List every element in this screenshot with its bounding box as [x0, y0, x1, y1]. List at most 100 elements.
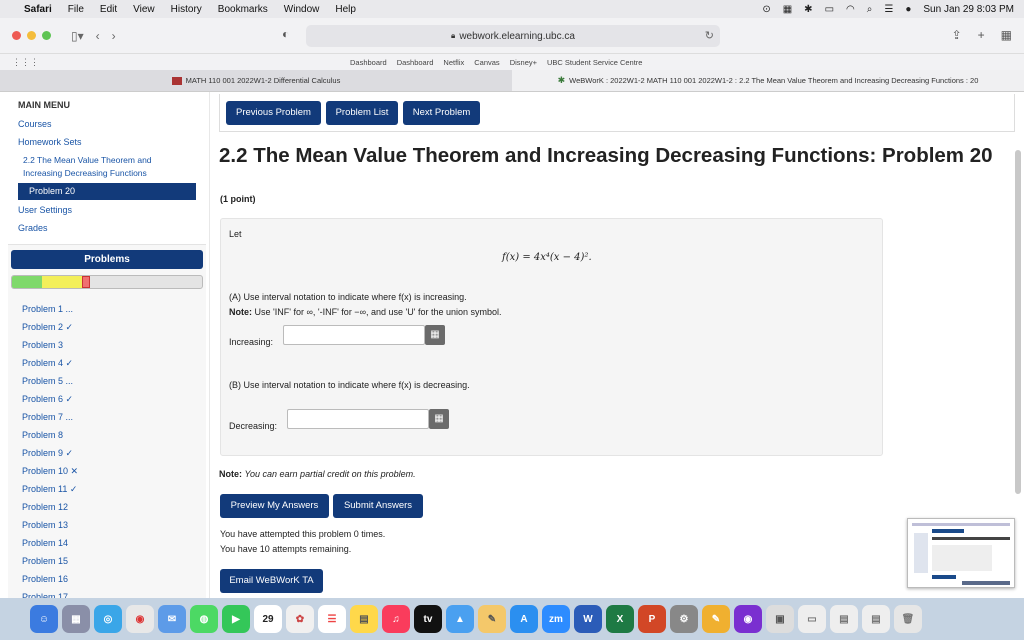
messages-icon[interactable]: ◍: [190, 605, 218, 633]
problem-link-17[interactable]: Problem 17: [22, 588, 78, 598]
zoom-icon[interactable]: zm: [542, 605, 570, 633]
address-bar[interactable]: 🔒︎ webwork.elearning.ubc.ca ↻: [306, 25, 720, 47]
notes-icon[interactable]: ▤: [350, 605, 378, 633]
sidebar-link-current-set[interactable]: 2.2 The Mean Value Theorem and Increasin…: [23, 154, 193, 180]
keyboard-icon[interactable]: ▦: [783, 4, 792, 15]
problem-link-9[interactable]: Problem 9 ✓: [22, 444, 78, 462]
mail-icon[interactable]: ✉: [158, 605, 186, 633]
keynote-icon[interactable]: ▲: [446, 605, 474, 633]
preview-answers-button[interactable]: Preview My Answers: [220, 494, 329, 518]
fav-disney[interactable]: Disney+: [510, 58, 537, 67]
launchpad-icon[interactable]: ▦: [62, 605, 90, 633]
excel-icon[interactable]: X: [606, 605, 634, 633]
pencil-app-icon[interactable]: ✎: [702, 605, 730, 633]
sidebar-current-problem[interactable]: Problem 20: [18, 183, 196, 200]
calendar-icon[interactable]: 29: [254, 605, 282, 633]
battery-icon[interactable]: ▭: [825, 4, 834, 15]
page-scrollbar[interactable]: [1015, 150, 1021, 494]
powerpoint-icon[interactable]: P: [638, 605, 666, 633]
minimize-window-button[interactable]: [27, 31, 36, 40]
menu-history[interactable]: History: [171, 4, 202, 15]
problem-link-8[interactable]: Problem 8: [22, 426, 78, 444]
fav-canvas[interactable]: Canvas: [474, 58, 499, 67]
problem-link-6[interactable]: Problem 6 ✓: [22, 390, 78, 408]
submit-answers-button[interactable]: Submit Answers: [333, 494, 423, 518]
word-icon[interactable]: W: [574, 605, 602, 633]
menu-view[interactable]: View: [133, 4, 155, 15]
search-icon[interactable]: ⌕: [867, 4, 873, 15]
clock[interactable]: Sun Jan 29 8:03 PM: [923, 4, 1014, 15]
equation-editor-icon[interactable]: ▦: [429, 409, 449, 429]
bluetooth-icon[interactable]: ✱: [804, 4, 812, 15]
tab-overview-icon[interactable]: ▦: [1001, 28, 1012, 42]
share-icon[interactable]: ⇪: [952, 28, 962, 42]
finder-icon[interactable]: ☺: [30, 605, 58, 633]
privacy-shield-icon[interactable]: ◐: [282, 27, 289, 41]
music-icon[interactable]: ♫: [382, 605, 410, 633]
sidebar-toggle-icon[interactable]: ▯▾: [71, 29, 84, 43]
problem-link-14[interactable]: Problem 14: [22, 534, 78, 552]
control-center-icon[interactable]: ☰: [884, 4, 893, 15]
reminders-icon[interactable]: ☰: [318, 605, 346, 633]
menu-edit[interactable]: Edit: [100, 4, 117, 15]
problem-link-16[interactable]: Problem 16: [22, 570, 78, 588]
menu-help[interactable]: Help: [335, 4, 356, 15]
problem-link-7[interactable]: Problem 7 ...: [22, 408, 78, 426]
next-problem-button[interactable]: Next Problem: [403, 101, 480, 125]
problem-link-2[interactable]: Problem 2 ✓: [22, 318, 78, 336]
system-settings-icon[interactable]: ⚙: [670, 605, 698, 633]
fav-ubc-ssc[interactable]: UBC Student Service Centre: [547, 58, 642, 67]
problem-link-13[interactable]: Problem 13: [22, 516, 78, 534]
play-icon[interactable]: ⊙: [762, 4, 770, 15]
downloads-icon[interactable]: ▭: [798, 605, 826, 633]
reload-icon[interactable]: ↻: [705, 29, 714, 42]
close-window-button[interactable]: [12, 31, 21, 40]
app-store-icon[interactable]: A: [510, 605, 538, 633]
problem-link-3[interactable]: Problem 3: [22, 336, 78, 354]
pages-icon[interactable]: ✎: [478, 605, 506, 633]
tab-webwork[interactable]: ✱ WeBWorK : 2022W1-2 MATH 110 001 2022W1…: [512, 70, 1024, 91]
problem-link-5[interactable]: Problem 5 ...: [22, 372, 78, 390]
decreasing-input[interactable]: [287, 409, 429, 429]
menu-bookmarks[interactable]: Bookmarks: [218, 4, 268, 15]
document-stack-2-icon[interactable]: ▤: [862, 605, 890, 633]
siri-icon[interactable]: ●: [905, 4, 911, 15]
wifi-icon[interactable]: ◠: [846, 4, 855, 15]
fav-dashboard-2[interactable]: Dashboard: [397, 58, 434, 67]
problem-link-15[interactable]: Problem 15: [22, 552, 78, 570]
problem-link-11[interactable]: Problem 11 ✓: [22, 480, 78, 498]
menu-file[interactable]: File: [68, 4, 84, 15]
problem-link-1[interactable]: Problem 1 ...: [22, 300, 78, 318]
fav-netflix[interactable]: Netflix: [443, 58, 464, 67]
problem-list-button[interactable]: Problem List: [326, 101, 398, 125]
safari-icon[interactable]: ◎: [94, 605, 122, 633]
back-icon[interactable]: ‹: [96, 29, 100, 43]
zoom-window-button[interactable]: [42, 31, 51, 40]
sidebar-link-user-settings[interactable]: User Settings: [18, 205, 72, 215]
fav-dashboard-1[interactable]: Dashboard: [350, 58, 387, 67]
equation-editor-icon[interactable]: ▦: [425, 325, 445, 345]
increasing-input[interactable]: [283, 325, 425, 345]
forward-icon[interactable]: ›: [112, 29, 116, 43]
problem-link-4[interactable]: Problem 4 ✓: [22, 354, 78, 372]
new-tab-icon[interactable]: +: [978, 28, 985, 42]
trash-icon[interactable]: 🗑︎: [894, 605, 922, 633]
screenshot-thumbnail[interactable]: [907, 518, 1015, 588]
photos-icon[interactable]: ✿: [286, 605, 314, 633]
chrome-icon[interactable]: ◉: [126, 605, 154, 633]
preview-icon[interactable]: ▣: [766, 605, 794, 633]
problem-link-10[interactable]: Problem 10 ✕: [22, 462, 78, 480]
menu-app[interactable]: Safari: [24, 4, 52, 15]
menu-window[interactable]: Window: [284, 4, 320, 15]
sidebar-link-courses[interactable]: Courses: [18, 119, 52, 129]
sidebar-link-grades[interactable]: Grades: [18, 223, 48, 233]
sidebar-link-homework-sets[interactable]: Homework Sets: [18, 137, 82, 147]
previous-problem-button[interactable]: Previous Problem: [226, 101, 321, 125]
tab-canvas-math110[interactable]: MATH 110 001 2022W1-2 Differential Calcu…: [0, 70, 512, 91]
email-ta-button[interactable]: Email WeBWorK TA: [220, 569, 323, 593]
problem-link-12[interactable]: Problem 12: [22, 498, 78, 516]
podcast-icon[interactable]: ◉: [734, 605, 762, 633]
document-stack-icon[interactable]: ▤: [830, 605, 858, 633]
grid-icon[interactable]: ⋮⋮⋮: [12, 57, 39, 68]
facetime-icon[interactable]: ▶: [222, 605, 250, 633]
